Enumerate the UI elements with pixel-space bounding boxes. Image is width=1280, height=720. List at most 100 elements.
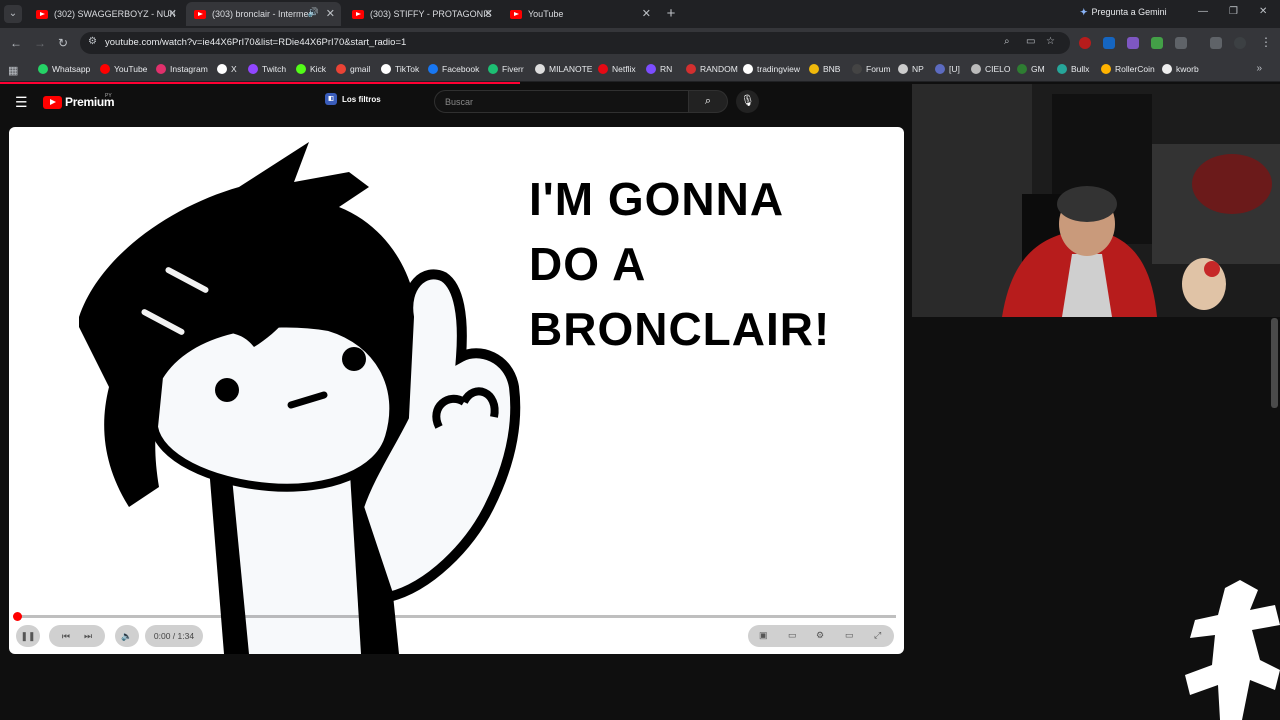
bookmark-milanote[interactable]: MILANOTE xyxy=(535,64,592,74)
bookmark-netflix[interactable]: Netflix xyxy=(598,64,636,74)
bookmark-label: TikTok xyxy=(395,64,420,74)
next-icon[interactable]: ⏭ xyxy=(84,631,92,642)
bookmark-gmail[interactable]: gmail xyxy=(336,64,370,74)
media-control-icon[interactable] xyxy=(1210,37,1222,49)
excel-extension-icon[interactable] xyxy=(1151,37,1163,49)
youtube-premium-logo[interactable]: Premium PY xyxy=(43,93,115,109)
bookmark-bullx[interactable]: Bullx xyxy=(1057,64,1089,74)
voice-search-button[interactable]: 🎙 xyxy=(736,90,759,113)
new-tab-button[interactable]: + xyxy=(662,5,680,23)
bookmark-youtube[interactable]: YouTube xyxy=(100,64,147,74)
search-button[interactable]: ⌕ xyxy=(688,90,728,113)
tab-swaggerboyz[interactable]: (302) SWAGGERBOYZ - NUNCA ✕ xyxy=(28,2,183,26)
bookmark-gm[interactable]: GM xyxy=(1017,64,1045,74)
microphone-icon: 🎙 xyxy=(740,95,755,107)
settings-gear-icon[interactable]: ⚙ xyxy=(816,630,824,641)
bookmark-favicon-icon xyxy=(809,64,819,74)
bookmarks-overflow-icon[interactable]: » xyxy=(1256,63,1262,74)
bookmark-label: [U] xyxy=(949,64,960,74)
extensions-puzzle-icon[interactable] xyxy=(1175,37,1187,49)
bookmark-fiverr[interactable]: Fiverr xyxy=(488,64,524,74)
zoom-icon[interactable]: ⌕ xyxy=(1004,36,1010,47)
youtube-icon xyxy=(352,9,364,19)
youtube-icon xyxy=(510,9,522,19)
bookmark-x[interactable]: X xyxy=(217,64,237,74)
previous-icon[interactable]: ⏮ xyxy=(62,631,70,642)
bookmark-label: X xyxy=(231,64,237,74)
tab-search-button[interactable]: ⌄ xyxy=(4,5,22,23)
cast-icon[interactable]: ▭ xyxy=(1026,36,1035,47)
apps-grid-icon[interactable]: ▦ xyxy=(8,64,18,77)
bookmark-kworb[interactable]: kworb xyxy=(1162,64,1199,74)
bookmark-rollercoin[interactable]: RollerCoin xyxy=(1101,64,1155,74)
tab-stiffy[interactable]: (303) STIFFY - PROTAGONISTA ✕ xyxy=(344,2,499,26)
close-window-button[interactable]: ✕ xyxy=(1259,6,1267,17)
bookmark-favicon-icon xyxy=(381,64,391,74)
theater-mode-icon[interactable]: ▭ xyxy=(845,630,854,641)
bookmark-facebook[interactable]: Facebook xyxy=(428,64,479,74)
bookmark-label: RollerCoin xyxy=(1115,64,1155,74)
bookmark-bnb[interactable]: BNB xyxy=(809,64,840,74)
tab-bronclair[interactable]: (303) bronclair - Intermezzo 🔊 ✕ xyxy=(186,2,341,26)
reload-button[interactable]: ↻ xyxy=(58,36,68,50)
video-player[interactable]: I'M GONNA DO A BRONCLAIR! ❚❚ ⏮ ⏭ 🔈 0:00 … xyxy=(9,127,904,654)
volume-icon: 🔈 xyxy=(121,630,133,641)
bookmark-whatsapp[interactable]: Whatsapp xyxy=(38,64,90,74)
gemini-label: Pregunta a Gemini xyxy=(1091,7,1167,17)
bookmark-favicon-icon xyxy=(488,64,498,74)
url-text[interactable]: youtube.com/watch?v=ie44X6PrI70&list=RDi… xyxy=(105,37,406,48)
tab-youtube[interactable]: YouTube ✕ xyxy=(502,2,657,26)
page-scrollbar[interactable] xyxy=(1271,318,1278,408)
bookmark-kick[interactable]: Kick xyxy=(296,64,326,74)
bookmark-favicon-icon xyxy=(598,64,608,74)
back-button[interactable]: ← xyxy=(10,36,22,50)
bookmark-random[interactable]: RANDOM xyxy=(686,64,738,74)
bookmark-favicon-icon xyxy=(743,64,753,74)
bookmark-forum[interactable]: Forum xyxy=(852,64,891,74)
close-icon[interactable]: ✕ xyxy=(484,7,493,20)
minimize-button[interactable]: — xyxy=(1198,6,1208,17)
bookmark-label: gmail xyxy=(350,64,371,74)
gemini-button[interactable]: ✦ Pregunta a Gemini xyxy=(1080,7,1167,18)
forward-button[interactable]: → xyxy=(34,36,46,50)
bookmark-star-icon[interactable]: ☆ xyxy=(1046,36,1055,47)
profile-avatar[interactable] xyxy=(1234,37,1246,49)
bookmark-cielo[interactable]: CIELO xyxy=(971,64,1011,74)
record-extension-icon[interactable] xyxy=(1079,37,1091,49)
translate-extension-icon[interactable] xyxy=(1103,37,1115,49)
subtitles-icon[interactable]: ▭ xyxy=(788,630,797,641)
bookmark-tiktok[interactable]: TikTok xyxy=(381,64,419,74)
progress-bar[interactable] xyxy=(18,615,896,618)
filters-button[interactable]: ◧ Los filtros xyxy=(325,93,381,105)
restore-button[interactable]: ❐ xyxy=(1229,6,1238,17)
address-bar[interactable]: ⚙ youtube.com/watch?v=ie44X6PrI70&list=R… xyxy=(80,32,1070,54)
menu-hamburger-icon[interactable]: ☰ xyxy=(15,94,28,111)
search-input[interactable]: Buscar xyxy=(434,90,689,113)
pause-button[interactable]: ❚❚ xyxy=(16,625,40,647)
fullscreen-icon[interactable]: ⤢ xyxy=(874,630,881,641)
tab-title: YouTube xyxy=(528,9,564,19)
bookmark-favicon-icon xyxy=(971,64,981,74)
bookmark-u[interactable]: [U] xyxy=(935,64,960,74)
bookmark-favicon-icon xyxy=(296,64,306,74)
quality-extension-icon[interactable]: ▣ xyxy=(759,630,768,641)
bookmark-label: tradingview xyxy=(757,64,800,74)
close-icon[interactable]: ✕ xyxy=(326,7,335,20)
close-icon[interactable]: ✕ xyxy=(642,7,651,20)
site-info-icon[interactable]: ⚙ xyxy=(88,36,97,47)
bookmark-rn[interactable]: RN xyxy=(646,64,672,74)
mute-button[interactable]: 🔈 xyxy=(115,625,139,647)
cross-logo xyxy=(1185,580,1280,720)
bookmark-instagram[interactable]: Instagram xyxy=(156,64,208,74)
prev-next-controls: ⏮ ⏭ xyxy=(49,625,105,647)
menu-kebab-icon[interactable]: ⋮ xyxy=(1260,35,1272,49)
bookmark-twitch[interactable]: Twitch xyxy=(248,64,286,74)
close-icon[interactable]: ✕ xyxy=(168,7,177,20)
bookmark-np[interactable]: NP xyxy=(898,64,924,74)
bookmark-label: Bullx xyxy=(1071,64,1090,74)
speaker-icon[interactable]: 🔊 xyxy=(308,7,319,18)
extension-icon[interactable] xyxy=(1127,37,1139,49)
bookmark-tradingview[interactable]: tradingview xyxy=(743,64,800,74)
tab-bar: ⌄ (302) SWAGGERBOYZ - NUNCA ✕ (303) bron… xyxy=(0,0,1280,28)
scrub-handle[interactable] xyxy=(13,612,22,621)
